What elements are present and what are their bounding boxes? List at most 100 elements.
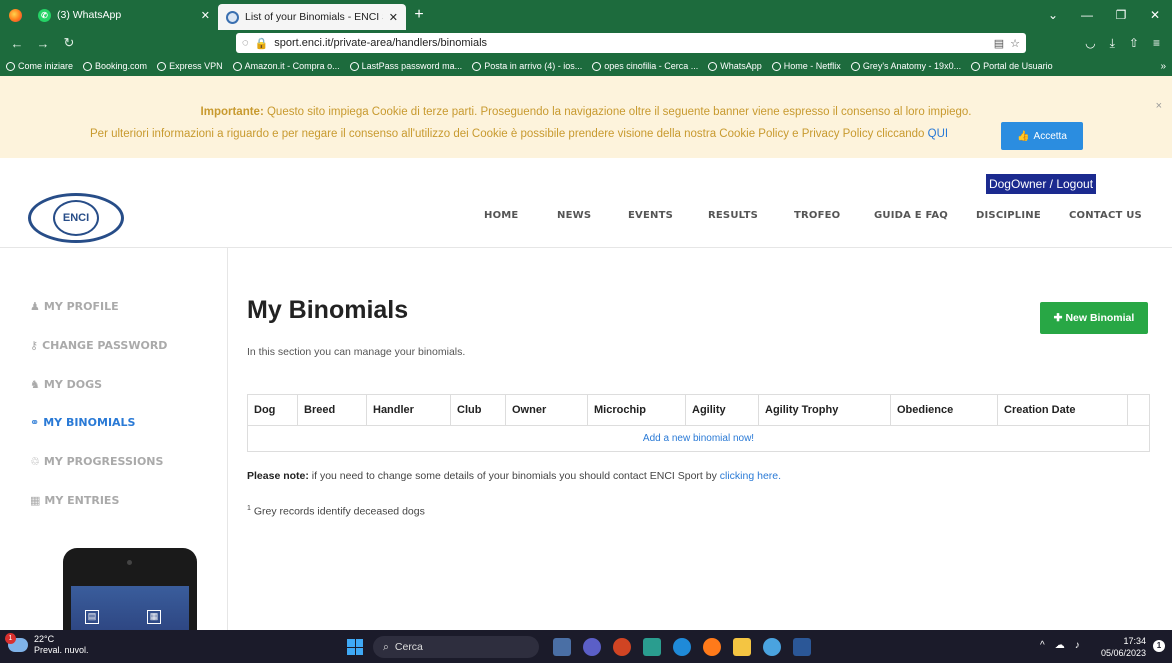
nav-guida-faq[interactable]: GUIDA E FAQ xyxy=(874,210,948,221)
column-header-agility-trophy[interactable]: Agility Trophy xyxy=(759,395,891,425)
contact-note: Please note: if you need to change some … xyxy=(247,470,782,482)
sidebar-item-my-profile[interactable]: ♟ MY PROFILE xyxy=(30,300,119,313)
nav-results[interactable]: RESULTS xyxy=(708,210,758,221)
reader-view-icon[interactable]: ▤ xyxy=(994,37,1004,50)
bookmark-item[interactable]: LastPass password ma... xyxy=(349,61,462,71)
minimize-icon[interactable]: — xyxy=(1070,8,1104,22)
nav-trofeo[interactable]: TROFEO xyxy=(794,210,840,221)
bookmark-item[interactable]: Booking.com xyxy=(83,61,147,71)
table-row: Add a new binomial now! xyxy=(248,426,1149,451)
new-binomial-button[interactable]: ✚ New Binomial xyxy=(1040,302,1148,334)
photos-icon[interactable] xyxy=(763,638,781,656)
nav-events[interactable]: EVENTS xyxy=(628,210,673,221)
globe-icon xyxy=(971,61,981,71)
address-bar[interactable]: ◌ 🔒 sport.enci.it/private-area/handlers/… xyxy=(236,33,1026,53)
cookie-text-line1: Importante: Questo sito impiega Cookie d… xyxy=(200,106,972,118)
browser-tabbar: ✆ (3) WhatsApp ✕ List of your Binomials … xyxy=(0,0,1172,30)
notification-icon[interactable]: 1 xyxy=(1153,640,1165,652)
column-header-breed[interactable]: Breed xyxy=(298,395,367,425)
bookmark-item[interactable]: WhatsApp xyxy=(708,61,762,71)
forward-icon[interactable]: → xyxy=(34,36,52,51)
word-icon[interactable] xyxy=(793,638,811,656)
shield-icon[interactable]: ◌ xyxy=(242,37,249,49)
globe-icon xyxy=(232,61,242,71)
share-icon[interactable]: ⇧ xyxy=(1129,36,1139,51)
bookmark-star-icon[interactable]: ☆ xyxy=(1010,37,1020,50)
accept-cookies-button[interactable]: 👍 Accetta xyxy=(1001,122,1083,150)
bookmark-item[interactable]: Amazon.it - Compra o... xyxy=(232,61,340,71)
bookmark-item[interactable]: Express VPN xyxy=(157,61,223,71)
weather-text: Preval. nuvol. xyxy=(34,645,89,655)
sidebar-item-my-binomials[interactable]: ⚭ MY BINOMIALS xyxy=(30,416,135,429)
sidebar-item-my-progressions[interactable]: ♲ MY PROGRESSIONS xyxy=(30,455,163,468)
sidebar-item-my-dogs[interactable]: ♞ MY DOGS xyxy=(30,378,102,391)
powerpoint-icon[interactable] xyxy=(613,638,631,656)
sidebar-item-change-password[interactable]: ⚷ CHANGE PASSWORD xyxy=(30,339,167,352)
bookmark-item[interactable]: Come iniziare xyxy=(6,61,73,71)
nav-contact-us[interactable]: CONTACT US xyxy=(1069,210,1142,221)
tab-whatsapp[interactable]: ✆ (3) WhatsApp ✕ xyxy=(30,0,218,30)
nav-discipline[interactable]: DISCIPLINE xyxy=(976,210,1041,221)
cookie-policy-link[interactable]: QUI xyxy=(928,128,948,140)
column-header-dog[interactable]: Dog xyxy=(248,395,298,425)
bookmark-item[interactable]: Portal de Usuario xyxy=(971,61,1053,71)
weather-widget[interactable]: 1 22°C Preval. nuvol. xyxy=(5,633,89,656)
nav-home[interactable]: HOME xyxy=(484,210,518,221)
menu-icon[interactable]: ≡ xyxy=(1153,36,1160,51)
clock[interactable]: 17:34 05/06/2023 xyxy=(1096,635,1146,659)
edge-icon[interactable] xyxy=(673,638,691,656)
column-header-owner[interactable]: Owner xyxy=(506,395,588,425)
firefox-menu-icon[interactable] xyxy=(0,0,30,30)
cloud-icon: 1 xyxy=(5,633,28,652)
column-header-handler[interactable]: Handler xyxy=(367,395,451,425)
close-icon[interactable]: ✕ xyxy=(389,11,398,24)
task-view-icon[interactable] xyxy=(553,638,571,656)
page-title: My Binomials xyxy=(247,296,409,324)
pocket-icon[interactable]: ◡ xyxy=(1085,36,1095,51)
lock-icon[interactable]: 🔒 xyxy=(255,37,269,50)
netflix-icon xyxy=(771,61,781,71)
restore-icon[interactable]: ❐ xyxy=(1104,8,1138,22)
column-header-agility[interactable]: Agility xyxy=(686,395,759,425)
sidebar-item-my-entries[interactable]: ▦ MY ENTRIES xyxy=(30,494,119,507)
back-icon[interactable]: ← xyxy=(8,36,26,51)
file-explorer-icon[interactable] xyxy=(733,638,751,656)
bookmark-item[interactable]: Grey's Anatomy - 19x0... xyxy=(850,61,961,71)
bookmarks-bar: Come iniziare Booking.com Express VPN Am… xyxy=(0,56,1172,76)
add-binomial-link[interactable]: Add a new binomial now! xyxy=(643,433,754,444)
onedrive-icon[interactable]: ☁ xyxy=(1055,640,1065,651)
chevron-up-icon[interactable]: ^ xyxy=(1040,640,1045,651)
google-icon xyxy=(592,61,602,71)
more-bookmarks-icon[interactable]: » xyxy=(1160,61,1166,72)
firefox-icon[interactable] xyxy=(703,638,721,656)
close-icon[interactable]: ✕ xyxy=(201,9,210,22)
bookmark-item[interactable]: opes cinofilia - Cerca ... xyxy=(592,61,698,71)
calculator-icon[interactable] xyxy=(643,638,661,656)
tab-binomials[interactable]: List of your Binomials - ENCI Sp ✕ xyxy=(218,4,406,30)
microphone-icon[interactable]: ♪ xyxy=(1075,640,1080,651)
bookmark-item[interactable]: Home - Netflix xyxy=(771,61,841,71)
taskbar-search[interactable]: ⌕ Cerca xyxy=(373,636,539,658)
teams-icon[interactable] xyxy=(583,638,601,656)
url-text[interactable]: sport.enci.it/private-area/handlers/bino… xyxy=(274,37,987,49)
thumbs-up-icon: 👍 xyxy=(1017,130,1030,142)
close-window-icon[interactable]: ✕ xyxy=(1138,8,1172,22)
account-logout-button[interactable]: DogOwner / Logout xyxy=(986,174,1096,194)
column-header-microchip[interactable]: Microchip xyxy=(588,395,686,425)
column-header-creation-date[interactable]: Creation Date xyxy=(998,395,1128,425)
close-icon[interactable]: × xyxy=(1156,100,1162,112)
toolbar-right: ◡ ⤓ ⇧ ≡ xyxy=(1085,36,1164,51)
user-icon: ♟ xyxy=(30,300,40,313)
nav-news[interactable]: NEWS xyxy=(557,210,591,221)
list-tabs-icon[interactable]: ⌄ xyxy=(1036,8,1070,22)
cookie-banner: Importante: Questo sito impiega Cookie d… xyxy=(0,76,1172,158)
windows-start-icon[interactable] xyxy=(347,639,363,655)
column-header-club[interactable]: Club xyxy=(451,395,506,425)
globe-icon xyxy=(6,61,15,71)
download-icon[interactable]: ⤓ xyxy=(1110,36,1115,51)
reload-icon[interactable]: ↻ xyxy=(60,35,78,51)
new-tab-button[interactable]: + xyxy=(406,6,432,24)
bookmark-item[interactable]: Posta in arrivo (4) - ios... xyxy=(472,61,582,71)
column-header-obedience[interactable]: Obedience xyxy=(891,395,998,425)
contact-link[interactable]: clicking here. xyxy=(720,470,781,482)
